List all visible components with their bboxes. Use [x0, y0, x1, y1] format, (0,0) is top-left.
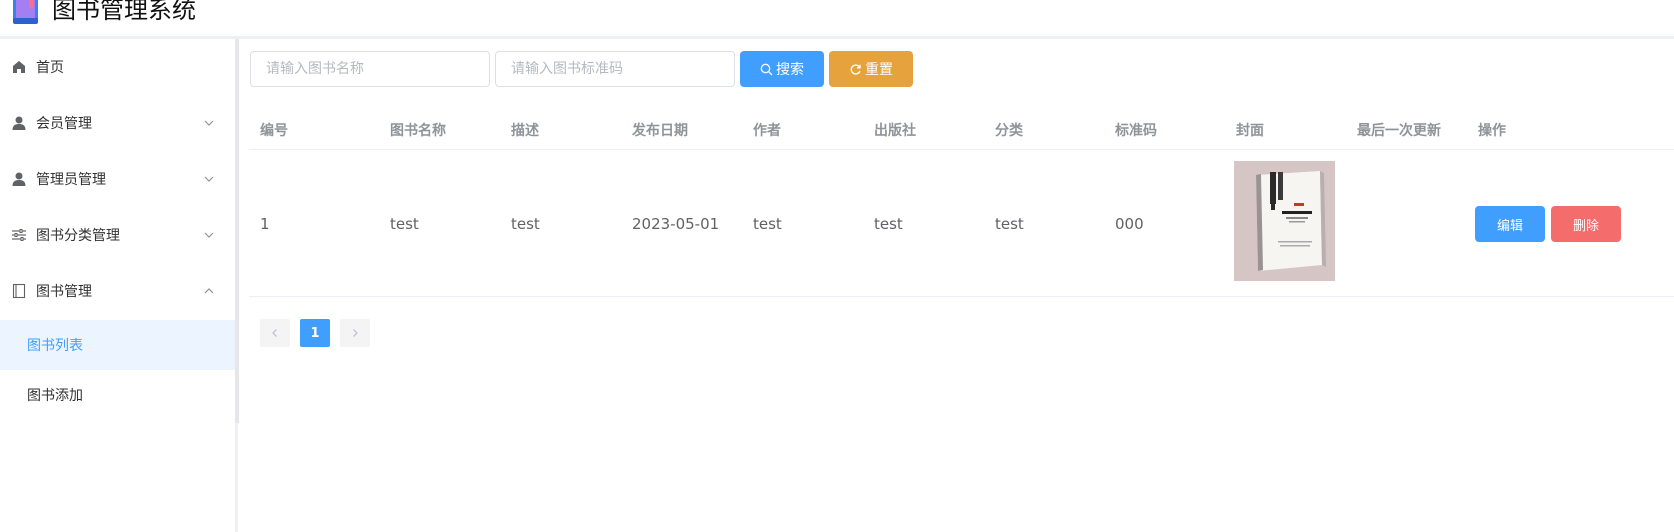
column-header-category: 分类	[995, 123, 1023, 139]
book-logo-icon	[13, 0, 38, 24]
reset-button[interactable]: 重置	[829, 51, 913, 87]
sidebar-item-member-management[interactable]: 会员管理	[0, 95, 235, 151]
top-header: 图书管理系统	[0, 0, 1674, 39]
page-number-button[interactable]: 1	[300, 319, 330, 347]
sidebar-item-category-management[interactable]: 图书分类管理	[0, 207, 235, 263]
column-header-name: 图书名称	[390, 123, 446, 139]
column-header-publisher: 出版社	[874, 123, 916, 139]
cell-description: test	[511, 215, 540, 233]
column-header-description: 描述	[511, 123, 539, 139]
sidebar-item-label: 会员管理	[36, 116, 92, 132]
sliders-icon	[12, 229, 26, 241]
sidebar-subitem-book-list[interactable]: 图书列表	[0, 320, 235, 370]
book-name-search-input[interactable]	[250, 51, 490, 87]
sidebar-subitem-label: 图书添加	[27, 388, 83, 404]
column-header-actions: 操作	[1478, 123, 1506, 139]
search-icon	[760, 63, 773, 75]
column-header-cover: 封面	[1236, 123, 1264, 139]
column-header-author: 作者	[753, 123, 781, 139]
sidebar-item-book-management[interactable]: 图书管理	[0, 263, 235, 319]
chevron-left-icon	[272, 329, 277, 337]
cell-id: 1	[260, 215, 270, 233]
column-header-code: 标准码	[1115, 123, 1157, 139]
column-header-publish-date: 发布日期	[632, 123, 688, 139]
chevron-down-icon	[204, 120, 214, 126]
search-button[interactable]: 搜索	[740, 51, 824, 87]
sidebar-item-label: 首页	[36, 60, 64, 76]
app-title: 图书管理系统	[52, 0, 196, 24]
chevron-down-icon	[204, 232, 214, 238]
table-row: 1 test test 2023-05-01 test test test 00…	[249, 150, 1674, 297]
chevron-down-icon	[204, 176, 214, 182]
sidebar-item-label: 图书管理	[36, 284, 92, 300]
sidebar-item-label: 图书分类管理	[36, 228, 120, 244]
cell-name: test	[390, 215, 419, 233]
sidebar-item-label: 管理员管理	[36, 172, 106, 188]
chevron-right-icon	[353, 329, 358, 337]
notebook-icon	[12, 283, 26, 299]
edit-button[interactable]: 编辑	[1475, 206, 1545, 242]
sidebar-item-admin-management[interactable]: 管理员管理	[0, 151, 235, 207]
sidebar: 首页 会员管理 管理员管理 图书分类管理 图书管理 图书列表 图书添加	[0, 39, 239, 532]
table-header: 编号 图书名称 描述 发布日期 作者 出版社 分类 标准码 封面 最后一次更新 …	[249, 107, 1674, 150]
book-code-search-input[interactable]	[495, 51, 735, 87]
search-button-label: 搜索	[776, 62, 804, 78]
cell-code: 000	[1115, 215, 1144, 233]
prev-page-button[interactable]	[260, 319, 290, 347]
cell-publish-date: 2023-05-01	[632, 215, 720, 233]
cell-author: test	[753, 215, 782, 233]
sidebar-item-home[interactable]: 首页	[0, 39, 235, 95]
user-icon	[12, 172, 26, 186]
delete-button[interactable]: 删除	[1551, 206, 1621, 242]
sidebar-scrollbar[interactable]	[235, 39, 239, 423]
cell-category: test	[995, 215, 1024, 233]
refresh-icon	[850, 63, 861, 75]
next-page-button[interactable]	[340, 319, 370, 347]
column-header-id: 编号	[260, 123, 288, 139]
sidebar-subitem-label: 图书列表	[27, 338, 83, 354]
column-header-last-updated: 最后一次更新	[1357, 123, 1441, 139]
sidebar-subitem-book-add[interactable]: 图书添加	[0, 370, 235, 420]
home-icon	[13, 61, 25, 73]
reset-button-label: 重置	[865, 62, 893, 78]
chevron-up-icon	[204, 288, 214, 294]
user-icon	[12, 116, 26, 130]
cell-publisher: test	[874, 215, 903, 233]
book-cover-image	[1234, 161, 1335, 281]
